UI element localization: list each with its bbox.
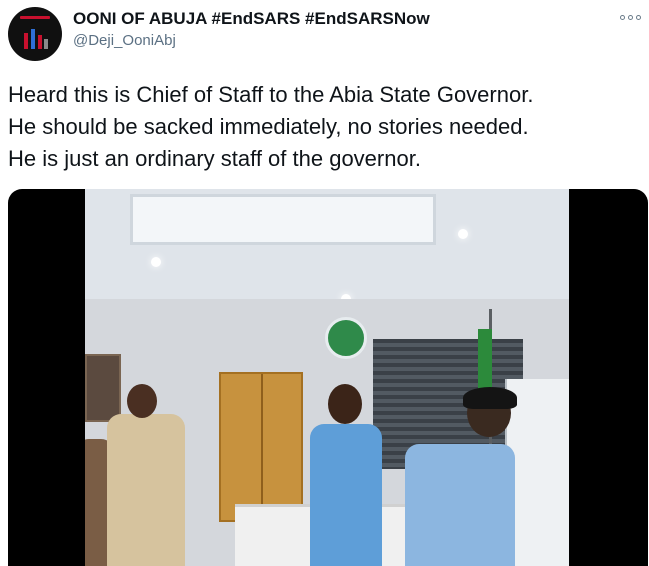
cap — [463, 387, 517, 409]
wooden-door — [219, 372, 303, 522]
profile-avatar[interactable] — [8, 7, 62, 61]
door-seam — [261, 374, 263, 520]
person-head — [127, 384, 157, 418]
avatar-graphic — [24, 29, 48, 49]
more-dot — [628, 14, 633, 20]
tweet-text-line: He should be sacked immediately, no stor… — [8, 114, 529, 139]
person-with-phone — [107, 414, 185, 566]
person-blue-shirt — [310, 424, 382, 566]
ceiling-coffer — [130, 194, 436, 245]
more-dot — [620, 14, 625, 20]
person-light-blue-shirt — [405, 444, 515, 566]
embedded-video[interactable] — [8, 189, 648, 566]
ceiling-light — [151, 257, 161, 267]
display-name[interactable]: OONI OF ABUJA #EndSARS #EndSARSNow — [73, 9, 430, 29]
person-head — [328, 384, 362, 424]
wall-emblem — [325, 317, 367, 359]
wall-portrait — [85, 354, 121, 422]
tweet-text-line: He is just an ordinary staff of the gove… — [8, 146, 421, 171]
avatar-logo-mark — [20, 16, 50, 19]
ceiling — [85, 189, 569, 309]
more-dot — [636, 14, 641, 20]
tweet-text: Heard this is Chief of Staff to the Abia… — [8, 79, 644, 175]
ceiling-light — [458, 229, 468, 239]
tweet: OONI OF ABUJA #EndSARS #EndSARSNow @Deji… — [0, 0, 649, 566]
more-options-icon[interactable] — [620, 10, 642, 24]
user-handle[interactable]: @Deji_OoniAbj — [73, 32, 176, 49]
video-frame — [85, 189, 569, 566]
tweet-text-line: Heard this is Chief of Staff to the Abia… — [8, 82, 534, 107]
